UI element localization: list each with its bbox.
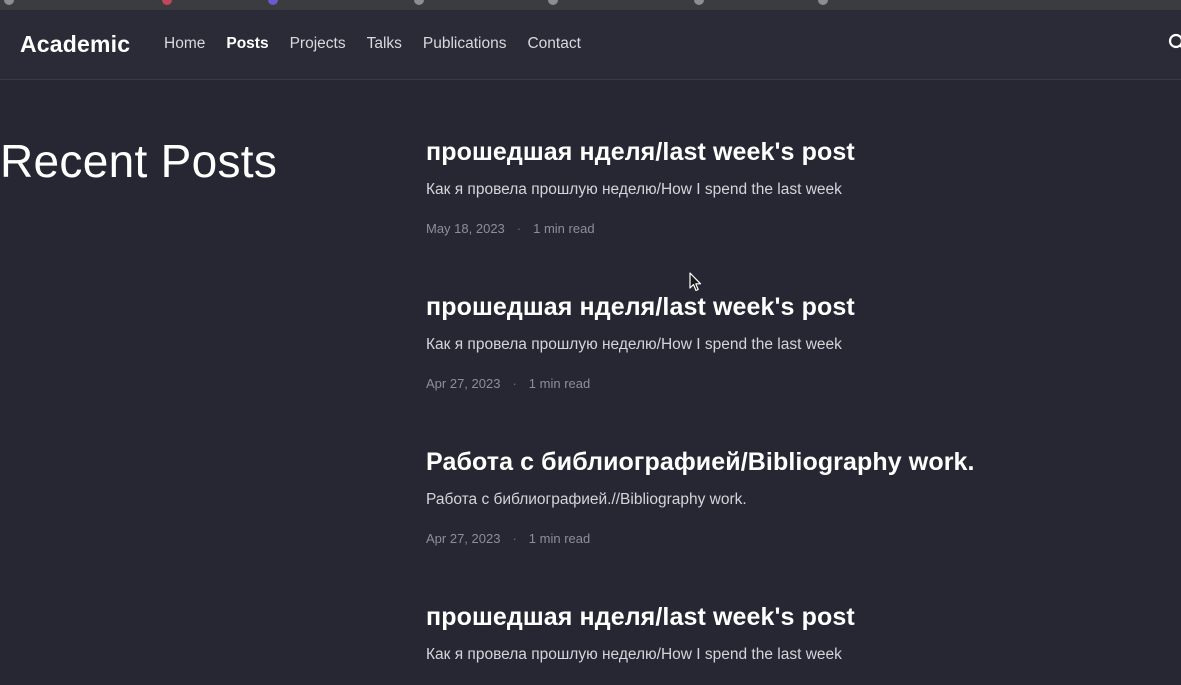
post-read-time: 1 min read — [528, 376, 591, 391]
site-navbar: Academic Home Posts Projects Talks Publi… — [0, 10, 1181, 80]
post-item: прошедшая нделя/last week's post Как я п… — [426, 138, 1146, 236]
bookmark-item[interactable] — [268, 0, 278, 6]
post-item: прошедшая нделя/last week's post Как я п… — [426, 603, 1146, 664]
bookmark-item[interactable] — [548, 0, 558, 6]
bookmark-icon — [694, 0, 704, 5]
bookmark-item[interactable] — [162, 0, 172, 6]
section-title: Recent Posts — [0, 135, 278, 187]
post-date: Apr 27, 2023 — [426, 376, 501, 391]
post-summary: Как я провела прошлую неделю/How I spend… — [426, 336, 842, 353]
post-read-time: 1 min read — [533, 221, 595, 236]
post-item: прошедшая нделя/last week's post Как я п… — [426, 293, 1146, 391]
post-title-link[interactable]: прошедшая нделя/last week's post — [426, 293, 1146, 322]
bookmark-icon — [268, 0, 278, 5]
post-meta: Apr 27, 2023 · 1 min read — [426, 531, 1146, 546]
nav-link-talks[interactable]: Talks — [367, 35, 402, 53]
post-meta: Apr 27, 2023 · 1 min read — [426, 376, 1146, 391]
post-summary: Работа с библиографией.//Bibliography wo… — [426, 491, 747, 508]
nav-link-projects[interactable]: Projects — [290, 35, 346, 53]
browser-bookmarks-bar — [0, 0, 1181, 10]
post-date: Apr 27, 2023 — [426, 531, 501, 546]
post-summary: Как я провела прошлую неделю/How I spend… — [426, 646, 842, 663]
nav-link-contact[interactable]: Contact — [527, 35, 580, 53]
search-icon — [1168, 33, 1181, 49]
nav-link-posts[interactable]: Posts — [226, 35, 268, 53]
nav-link-home[interactable]: Home — [164, 35, 205, 53]
bookmark-item[interactable] — [694, 0, 704, 6]
meta-separator: · — [512, 531, 517, 546]
meta-separator: · — [512, 376, 517, 391]
bookmark-icon — [162, 0, 172, 5]
bookmark-icon — [818, 0, 828, 5]
post-title-link[interactable]: прошедшая нделя/last week's post — [426, 603, 1146, 632]
nav-link-publications[interactable]: Publications — [423, 35, 507, 53]
post-summary: Как я провела прошлую неделю/How I spend… — [426, 181, 842, 198]
meta-separator: · — [516, 221, 522, 236]
post-meta: May 18, 2023 · 1 min read — [426, 221, 1146, 236]
post-title-link[interactable]: Работа с библиографией/Bibliography work… — [426, 448, 1146, 477]
nav-links: Home Posts Projects Talks Publications C… — [164, 35, 602, 53]
search-button[interactable] — [1168, 33, 1181, 53]
bookmark-item[interactable] — [4, 0, 14, 6]
post-read-time: 1 min read — [528, 531, 591, 546]
site-brand-link[interactable]: Academic — [20, 31, 130, 58]
post-item: Работа с библиографией/Bibliography work… — [426, 448, 1146, 546]
bookmark-icon — [548, 0, 558, 5]
post-title-link[interactable]: прошедшая нделя/last week's post — [426, 138, 1146, 167]
mouse-pointer-icon — [689, 272, 702, 292]
bookmark-icon — [414, 0, 424, 5]
bookmark-item[interactable] — [414, 0, 424, 6]
bookmark-item[interactable] — [818, 0, 828, 6]
post-date: May 18, 2023 — [426, 221, 505, 236]
bookmark-icon — [4, 0, 14, 5]
